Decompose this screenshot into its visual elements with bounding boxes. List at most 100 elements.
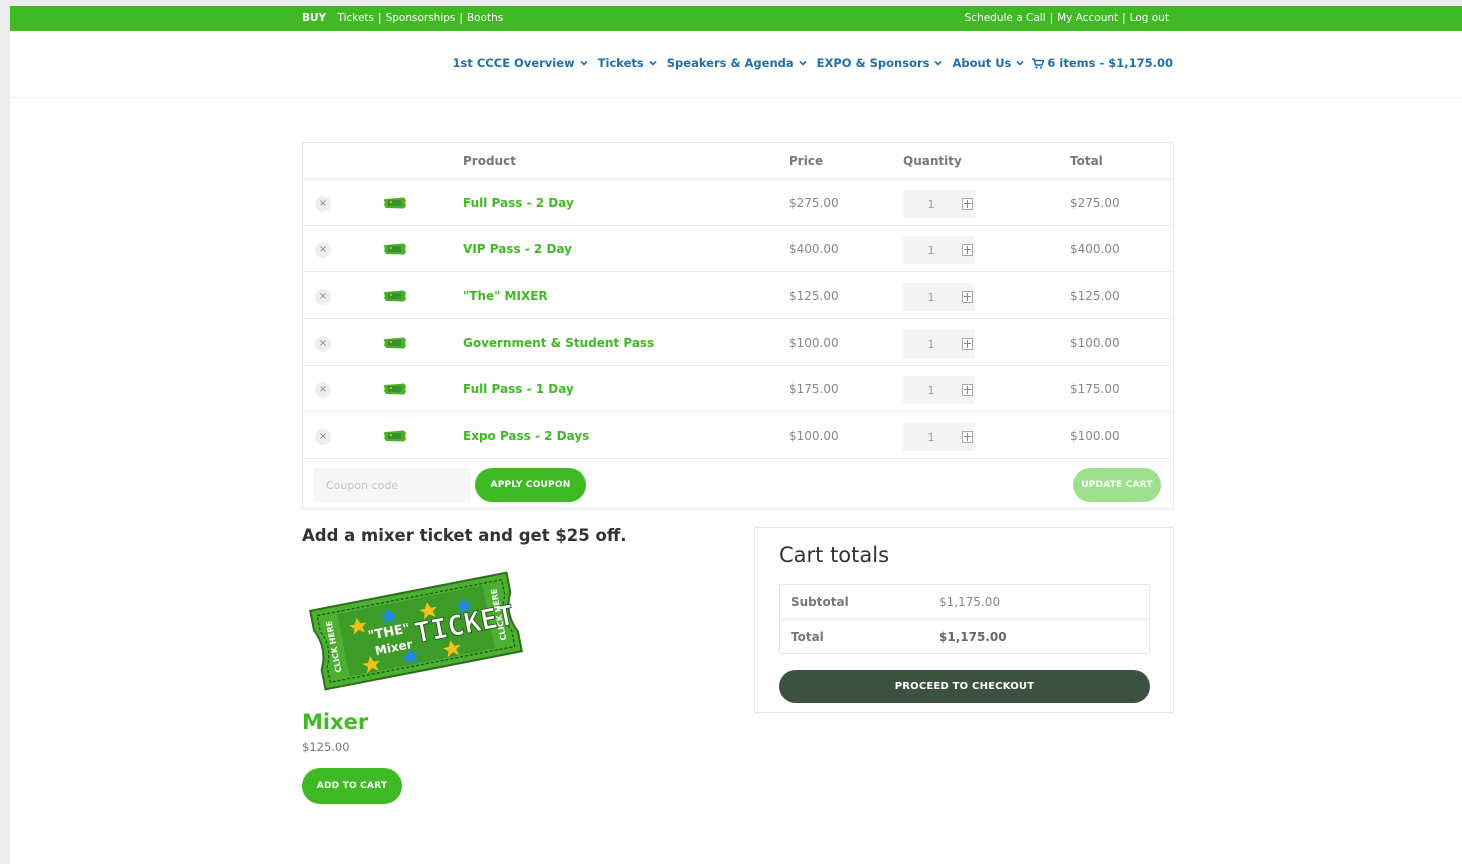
quantity-spinner-icon[interactable] — [962, 198, 973, 210]
remove-item-button[interactable]: × — [315, 336, 331, 352]
product-name-link[interactable]: VIP Pass - 2 Day — [463, 242, 572, 256]
nav-item-overview[interactable]: 1st CCCE Overview — [453, 56, 589, 70]
top-link-my-account[interactable]: My Account — [1057, 12, 1118, 24]
quantity-stepper — [903, 190, 975, 218]
table-row: × VIP Pass - 2 Day $400.00 $400.00 — [303, 226, 1173, 272]
header-price: Price — [789, 154, 824, 168]
quantity-spinner-icon[interactable] — [962, 384, 973, 396]
remove-item-button[interactable]: × — [315, 242, 331, 258]
mixer-product-title[interactable]: Mixer — [302, 710, 368, 734]
update-cart-button[interactable]: UPDATE CART — [1073, 468, 1161, 502]
total-row: Total $1,175.00 — [780, 619, 1149, 654]
table-row: × Expo Pass - 2 Days $100.00 $100.00 — [303, 413, 1173, 459]
product-price: $400.00 — [789, 242, 839, 256]
ticket-thumbnail-icon[interactable] — [383, 290, 407, 302]
quantity-stepper — [903, 283, 975, 311]
remove-item-button[interactable]: × — [315, 429, 331, 445]
top-separator: | — [378, 12, 382, 24]
nav-item-label: Tickets — [597, 56, 644, 70]
top-separator: | — [1049, 12, 1054, 24]
quantity-spinner-icon[interactable] — [962, 338, 973, 350]
nav-item-tickets[interactable]: Tickets — [598, 56, 658, 70]
nav-item-expo-sponsors[interactable]: EXPO & Sponsors — [817, 56, 944, 70]
subtotal-label: Subtotal — [791, 595, 849, 609]
product-name-link[interactable]: "The" MIXER — [463, 289, 548, 303]
header-quantity: Quantity — [903, 154, 962, 168]
remove-item-button[interactable]: × — [315, 289, 331, 305]
quantity-input[interactable] — [903, 330, 959, 358]
total-label: Total — [791, 630, 824, 644]
subtotal-row: Subtotal $1,175.00 — [780, 585, 1149, 620]
quantity-stepper — [903, 423, 975, 451]
header-product: Product — [463, 154, 516, 168]
quantity-input[interactable] — [903, 423, 959, 451]
quantity-stepper — [903, 236, 975, 264]
ticket-thumbnail-icon[interactable] — [383, 197, 407, 209]
table-row: × Full Pass - 1 Day $175.00 $175.00 — [303, 366, 1173, 412]
top-link-log-out[interactable]: Log out — [1130, 12, 1169, 24]
proceed-to-checkout-button[interactable]: PROCEED TO CHECKOUT — [779, 670, 1150, 703]
cart-totals-heading: Cart totals — [779, 543, 890, 567]
top-link-sponsorships[interactable]: Sponsorships — [386, 12, 456, 24]
product-name-link[interactable]: Expo Pass - 2 Days — [463, 429, 589, 443]
nav-cart-link[interactable]: 6 items - $1,175.00 — [1032, 56, 1173, 70]
apply-coupon-button[interactable]: APPLY COUPON — [475, 468, 586, 502]
buy-label: BUY — [302, 12, 327, 24]
ticket-thumbnail-icon[interactable] — [383, 430, 407, 442]
product-subtotal: $400.00 — [1070, 242, 1120, 256]
add-to-cart-button[interactable]: ADD TO CART — [302, 768, 402, 804]
chevron-down-icon — [934, 60, 943, 66]
remove-item-button[interactable]: × — [315, 382, 331, 398]
cart-actions: APPLY COUPON UPDATE CART — [303, 460, 1173, 510]
quantity-input[interactable] — [903, 283, 959, 311]
quantity-spinner-icon[interactable] — [962, 431, 973, 443]
product-price: $100.00 — [789, 336, 839, 350]
product-subtotal: $275.00 — [1070, 196, 1120, 210]
top-bar: BUY Tickets | Sponsorships | Booths Schedule… — [10, 6, 1462, 31]
page: BUY Tickets | Sponsorships | Booths Schedule… — [10, 6, 1462, 864]
product-price: $100.00 — [789, 429, 839, 443]
remove-item-button[interactable]: × — [315, 196, 331, 212]
top-link-booths[interactable]: Booths — [467, 12, 503, 24]
cart-summary: 6 items - $1,175.00 — [1047, 56, 1173, 70]
mixer-ticket-image[interactable]: "THE" Mixer TICKET CLICK HERE CLICK HERE — [302, 563, 530, 699]
table-row: × Government & Student Pass $100.00 $100… — [303, 320, 1173, 366]
coupon-code-input[interactable] — [314, 468, 471, 502]
header-total: Total — [1070, 154, 1103, 168]
nav-item-label: 1st CCCE Overview — [452, 56, 575, 70]
product-name-link[interactable]: Full Pass - 2 Day — [463, 196, 574, 210]
mixer-product-price: $125.00 — [302, 740, 350, 754]
product-subtotal: $100.00 — [1070, 336, 1120, 350]
cart-totals-panel: Cart totals Subtotal $1,175.00 Total $1,… — [754, 527, 1174, 713]
ticket-thumbnail-icon[interactable] — [383, 383, 407, 395]
product-price: $125.00 — [789, 289, 839, 303]
nav-item-label: Speakers & Agenda — [666, 56, 794, 70]
product-subtotal: $125.00 — [1070, 289, 1120, 303]
top-separator: | — [459, 12, 463, 24]
chevron-down-icon — [1016, 60, 1024, 66]
top-link-schedule-call[interactable]: Schedule a Call — [965, 12, 1046, 24]
quantity-input[interactable] — [903, 236, 959, 264]
nav-item-about-us[interactable]: About Us — [952, 56, 1025, 70]
chevron-down-icon — [580, 60, 588, 66]
quantity-input[interactable] — [903, 376, 959, 404]
cart-table-header: Product Price Quantity Total — [303, 143, 1173, 180]
nav-item-label: EXPO & Sponsors — [816, 56, 930, 70]
chevron-down-icon — [649, 60, 657, 66]
product-price: $175.00 — [789, 382, 839, 396]
top-bar-right: Schedule a Call | My Account | Log out — [965, 12, 1169, 24]
subtotal-value: $1,175.00 — [939, 595, 1001, 609]
quantity-spinner-icon[interactable] — [962, 244, 973, 256]
product-name-link[interactable]: Full Pass - 1 Day — [463, 382, 574, 396]
chevron-down-icon — [799, 60, 807, 66]
table-row: × Full Pass - 2 Day $275.00 $275.00 — [303, 180, 1173, 226]
quantity-spinner-icon[interactable] — [962, 291, 973, 303]
ticket-thumbnail-icon[interactable] — [383, 243, 407, 255]
table-row: × "The" MIXER $125.00 $125.00 — [303, 273, 1173, 319]
top-link-tickets[interactable]: Tickets — [337, 12, 374, 24]
ticket-thumbnail-icon[interactable] — [383, 337, 407, 349]
quantity-input[interactable] — [903, 190, 959, 218]
product-name-link[interactable]: Government & Student Pass — [463, 336, 654, 350]
cart-totals-table: Subtotal $1,175.00 Total $1,175.00 — [779, 584, 1150, 654]
nav-item-speakers-agenda[interactable]: Speakers & Agenda — [667, 56, 808, 70]
